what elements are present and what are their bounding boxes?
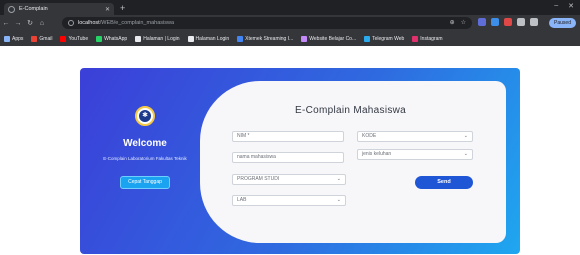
send-button[interactable]: Send [415,176,473,189]
instagram-icon [412,35,419,42]
address-bar-row: ← → ↻ ⌂ localhost /WEB/e_complain_mahasi… [0,15,580,31]
bookmark-telegram[interactable]: Telegram Web [364,35,404,42]
faculty-logo: ✱ [135,106,155,126]
extension-icon[interactable] [491,18,499,26]
browser-chrome: E-Complain ✕ + – ✕ ← → ↻ ⌂ localhost /WE… [0,0,580,46]
jenis-keluhan-value: jenis keluhan [362,151,392,157]
zoom-icon[interactable]: ⊕ [450,19,455,26]
program-studi-value: PROGRAM STUDI [237,176,280,182]
nama-mahasiswa-input[interactable]: nama mahasiswa [232,152,344,163]
bookmark-halaman-login-1[interactable]: Halaman | Login [135,35,180,42]
extension-icon[interactable] [517,18,525,26]
lab-value: LAB [237,197,247,203]
website-icon [301,35,308,42]
chevron-down-icon: ⌄ [336,176,341,182]
welcome-subtitle: E-Complain Laboratorium Fakultas Teknik [103,156,187,161]
site-info-icon[interactable] [68,20,74,26]
streaming-icon [237,35,244,42]
window-controls: – ✕ [554,2,574,10]
globe-icon [187,35,194,42]
nim-input[interactable]: NIM * [232,131,344,142]
tab-favicon-icon [8,5,15,13]
bookmark-belajar[interactable]: Website Belajar Co... [301,35,356,42]
bookmark-gmail[interactable]: Gmail [31,35,52,42]
new-tab-icon[interactable]: + [120,3,125,13]
minimize-icon[interactable]: – [554,2,558,10]
bookmark-instagram[interactable]: Instagram [412,35,443,42]
puzzle-icon[interactable] [530,18,538,26]
lab-select[interactable]: LAB ⌄ [232,195,346,206]
youtube-icon [60,35,67,42]
extension-icon[interactable] [478,18,486,26]
reload-icon[interactable]: ↻ [24,19,36,27]
bookmark-apps[interactable]: Apps [4,35,23,42]
gmail-icon [31,35,38,42]
extensions [478,18,538,26]
bookmark-star-icon[interactable]: ☆ [461,19,466,26]
logo-emblem-icon: ✱ [139,110,151,122]
profile-button[interactable]: Paused [549,18,576,28]
program-studi-select[interactable]: PROGRAM STUDI ⌄ [232,174,346,185]
globe-icon [135,35,142,42]
home-icon[interactable]: ⌂ [36,20,48,27]
browser-tab[interactable]: E-Complain ✕ [4,3,114,15]
url-path: /WEB/e_complain_mahasiswa [99,20,175,26]
tab-bar: E-Complain ✕ + – ✕ [0,0,580,15]
back-icon[interactable]: ← [0,20,12,27]
chevron-down-icon: ⌄ [336,197,341,203]
forward-icon[interactable]: → [12,20,24,27]
url-bar[interactable]: localhost /WEB/e_complain_mahasiswa ⊕ ☆ [62,17,472,29]
welcome-title: Welcome [123,138,167,149]
omnibox-actions: ⊕ ☆ [450,19,466,26]
form-title: E-Complain Mahasiswa [295,105,407,116]
telegram-icon [364,35,371,42]
tab-close-icon[interactable]: ✕ [105,6,110,13]
kode-value: KODE [362,133,377,139]
bookmark-youtube[interactable]: YouTube [60,35,88,42]
welcome-panel: ✱ Welcome E-Complain Laboratorium Fakult… [80,68,210,254]
quick-response-button[interactable]: Cepat Tanggap [120,176,170,189]
url-host: localhost [78,20,100,26]
tab-title: E-Complain [19,6,48,12]
bookmarks-bar: Apps Gmail YouTube WhatsApp Halaman | Lo… [0,31,580,46]
bookmark-whatsapp[interactable]: WhatsApp [96,35,127,42]
apps-icon [4,35,10,42]
whatsapp-icon [96,35,103,42]
chevron-down-icon: ⌄ [463,133,468,139]
jenis-keluhan-select[interactable]: jenis keluhan ⌄ [357,149,473,160]
kode-select[interactable]: KODE ⌄ [357,131,473,142]
extension-icon[interactable] [504,18,512,26]
bookmark-streaming[interactable]: Xtemek Streaming I... [237,35,293,42]
chevron-down-icon: ⌄ [463,151,468,157]
close-window-icon[interactable]: ✕ [568,2,574,10]
bookmark-halaman-login-2[interactable]: Halaman Login [187,35,229,42]
